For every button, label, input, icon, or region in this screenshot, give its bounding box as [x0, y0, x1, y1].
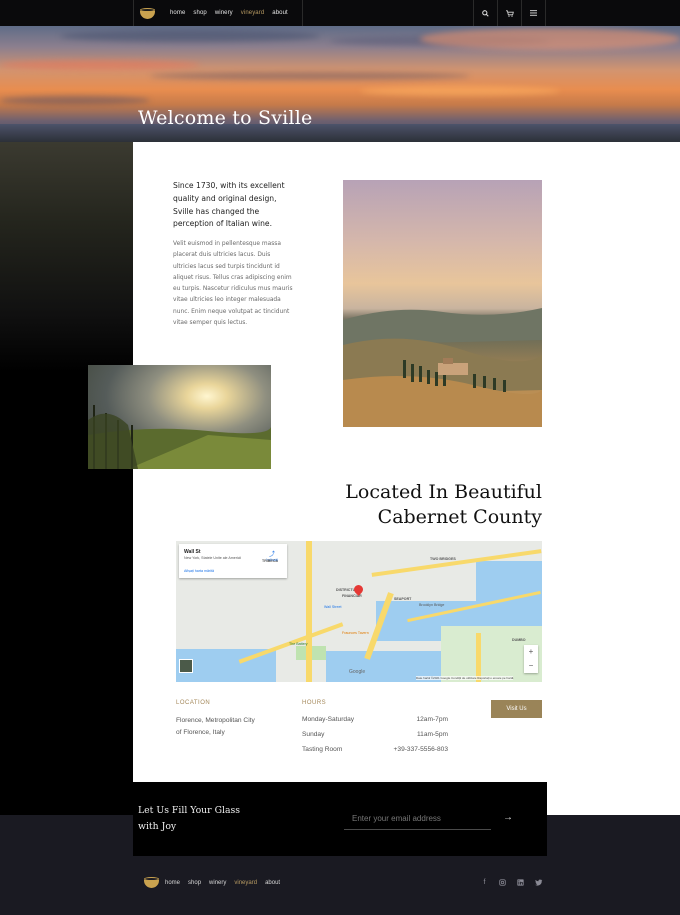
map-label-two-bridges: TWO BRIDGES	[430, 557, 456, 561]
nav-block: home shop winery vineyard about	[133, 0, 303, 26]
map-label-wall-street: Wall Street	[324, 605, 342, 609]
hours-row-value: +39-337-5556-803	[393, 746, 448, 753]
nav-link-home[interactable]: home	[170, 10, 185, 16]
map-larger-link[interactable]: Afișați harta mărită	[184, 569, 214, 573]
footer-links: home shop winery vineyard about	[165, 880, 280, 886]
nav-link-winery[interactable]: winery	[215, 10, 233, 16]
linkedin-icon[interactable]	[516, 879, 525, 888]
map-label-dumbo: DUMBO	[512, 638, 526, 642]
hours-row-label: Tasting Room	[302, 746, 343, 753]
map-label-seaport: SEAPORT	[394, 597, 412, 601]
map-label-brooklyn-bridge: Brooklyn Bridge	[419, 603, 445, 607]
located-heading: Located In Beautiful Cabernet County	[330, 480, 542, 530]
location-line-1: Florence, Metropolitan City	[176, 717, 255, 724]
visit-us-button[interactable]: Visit Us	[491, 700, 542, 718]
footer-link-home[interactable]: home	[165, 880, 180, 886]
nav-link-vineyard[interactable]: vineyard	[241, 10, 264, 16]
map-label-fraunces: Fraunces Tavern	[342, 631, 369, 635]
hours-row-value: 12am-7pm	[416, 716, 448, 723]
located-line-2: Cabernet County	[377, 506, 542, 528]
hours-row-label: Sunday	[302, 731, 325, 738]
nav-links: home shop winery vineyard about	[170, 10, 288, 16]
location-map[interactable]: Wall St New York, Statele Unite ale Amer…	[176, 541, 542, 682]
nav-icons	[473, 0, 546, 26]
directions-icon: ⤴	[268, 552, 275, 558]
footer	[0, 856, 680, 915]
newsletter-title: Let Us Fill Your Glass with Joy	[138, 803, 248, 835]
intro-body-text: Velit euismod in pellentesque massa plac…	[173, 241, 293, 327]
footer-link-winery[interactable]: winery	[209, 880, 226, 886]
newsletter-title-line-1: Let Us Fill Your Glass	[138, 805, 241, 816]
footer-social: f	[480, 879, 543, 888]
vineyard-sunset-photo	[88, 365, 271, 469]
zoom-in-icon[interactable]: +	[524, 645, 538, 659]
footer-logo-icon[interactable]	[144, 877, 160, 888]
instagram-icon[interactable]	[498, 879, 507, 888]
tuscany-landscape-photo	[343, 180, 542, 427]
hours-row-value: 11am-5pm	[416, 731, 448, 738]
hero-hills	[0, 124, 680, 142]
located-line-1: Located In Beautiful	[345, 481, 542, 503]
map-place-address: New York, Statele Unite ale Americii	[184, 556, 242, 560]
right-white-strip	[547, 142, 680, 815]
nav-link-shop[interactable]: shop	[193, 10, 206, 16]
twitter-icon[interactable]	[534, 879, 543, 888]
facebook-icon[interactable]: f	[480, 879, 489, 888]
map-credit: Date hartă ©2021 Google Condiții de util…	[416, 676, 514, 680]
arrow-right-icon[interactable]: →	[503, 812, 513, 823]
hours-heading: HOURS	[302, 700, 327, 706]
hours-row: Sunday 11am-5pm	[302, 731, 448, 738]
hours-row: Monday-Saturday 12am-7pm	[302, 716, 448, 723]
map-label-battery: The Battery	[289, 642, 308, 646]
google-logo: Google	[349, 669, 366, 675]
email-input[interactable]: Enter your email address	[344, 810, 491, 830]
left-landscape-fade	[0, 142, 133, 372]
hours-row: Tasting Room +39-337-5556-803	[302, 746, 448, 753]
location-value: Florence, Metropolitan City of Florence,…	[176, 715, 276, 738]
nav-link-about[interactable]: about	[272, 10, 288, 16]
map-zoom-control[interactable]: + −	[524, 645, 538, 673]
menu-icon[interactable]	[521, 0, 546, 26]
footer-link-about[interactable]: about	[265, 880, 280, 886]
hours-row-label: Monday-Saturday	[302, 716, 355, 723]
hero-banner: Welcome to Sville	[0, 26, 680, 142]
map-satellite-toggle[interactable]	[179, 659, 193, 673]
zoom-out-icon[interactable]: −	[524, 659, 538, 673]
footer-link-vineyard[interactable]: vineyard	[234, 880, 257, 886]
newsletter-title-line-2: with Joy	[138, 821, 177, 832]
logo-icon[interactable]	[140, 7, 156, 19]
cart-icon[interactable]	[497, 0, 521, 26]
location-heading: LOCATION	[176, 700, 211, 706]
search-icon[interactable]	[473, 0, 497, 26]
intro-lead-text: Since 1730, with its excellent quality a…	[173, 181, 285, 229]
map-place-name: Wall St	[184, 549, 201, 555]
location-line-2: of Florence, Italy	[176, 728, 225, 736]
hero-title: Welcome to Sville	[138, 107, 313, 129]
footer-link-shop[interactable]: shop	[188, 880, 201, 886]
map-label-tribeca: TRIBECA	[262, 559, 278, 563]
top-nav: home shop winery vineyard about	[0, 0, 680, 26]
